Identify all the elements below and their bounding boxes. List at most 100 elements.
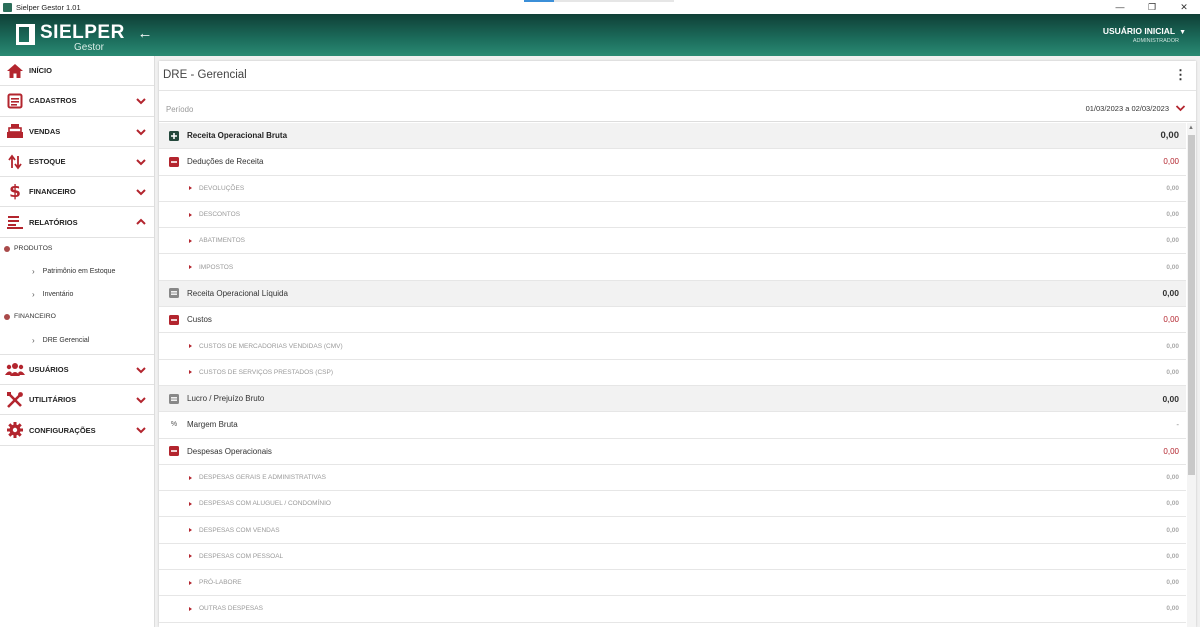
window-titlebar: Sielper Gestor 1.01 — ❐ ✕	[0, 0, 1200, 14]
sidebar-item-financeiro[interactable]: $ FINANCEIRO	[0, 177, 154, 208]
minimize-button[interactable]: —	[1104, 0, 1136, 14]
dre-row-despesas[interactable]: Despesas Operacionais 0,00	[159, 439, 1186, 465]
sidebar-item-inicio[interactable]: INÍCIO	[0, 56, 154, 87]
sidebar-item-label: RELATÓRIOS	[29, 217, 78, 227]
bullet-triangle-icon	[189, 344, 192, 349]
row-label: CUSTOS DE MERCADORIAS VENDIDAS (CMV)	[199, 342, 343, 350]
sidebar-item-estoque[interactable]: ESTOQUE	[0, 147, 154, 178]
vertical-scrollbar[interactable]: ▲	[1187, 123, 1196, 627]
registry-icon	[5, 92, 25, 110]
report-link-label: Inventário	[42, 290, 74, 298]
chevron-down-icon	[1175, 105, 1186, 112]
row-label: Receita Operacional Líquida	[187, 288, 288, 298]
row-label: OUTRAS DESPESAS	[199, 605, 263, 613]
report-link-patrimonio[interactable]: › Patrimônio em Estoque	[0, 260, 154, 283]
row-value: 0,00	[1166, 579, 1179, 587]
dre-row-child: DESPESAS COM VENDAS 0,00	[159, 517, 1186, 544]
app-header: SIELPER Gestor ← USUÁRIO INICIAL ▼ ADMINI…	[0, 14, 1200, 56]
chevron-down-icon	[136, 128, 146, 136]
report-link-inventario[interactable]: › Inventário	[0, 283, 154, 306]
row-value: 0,00	[1160, 130, 1180, 142]
dre-row-child: DEVOLUÇÕES 0,00	[159, 176, 1186, 202]
dre-row-receita-bruta[interactable]: Receita Operacional Bruta 0,00	[159, 123, 1186, 150]
expand-plus-icon[interactable]	[169, 130, 179, 141]
sidebar-item-utilitarios[interactable]: UTILITÁRIOS	[0, 385, 154, 416]
report-link-label: DRE Gerencial	[42, 337, 90, 345]
page-title: DRE - Gerencial	[163, 69, 247, 81]
report-link-label: Patrimônio em Estoque	[42, 267, 116, 275]
row-label: DESCONTOS	[199, 211, 241, 219]
equals-icon	[169, 393, 179, 404]
dre-row-margem-bruta: % Margem Bruta -	[159, 412, 1186, 439]
report-group-financeiro: FINANCEIRO	[0, 306, 154, 328]
bullet-triangle-icon	[189, 501, 192, 506]
report-link-dre[interactable]: › DRE Gerencial	[0, 328, 154, 355]
user-name: USUÁRIO INICIAL	[1102, 26, 1176, 36]
report-group-label: FINANCEIRO	[14, 313, 56, 321]
sidebar-item-relatorios[interactable]: RELATÓRIOS	[0, 207, 154, 238]
scroll-up-icon[interactable]: ▲	[1188, 125, 1194, 131]
row-label: IMPOSTOS	[199, 263, 234, 271]
logo-subtitle: Gestor	[74, 42, 105, 53]
maximize-button[interactable]: ❐	[1136, 0, 1168, 14]
percent-icon: %	[170, 421, 178, 429]
sidebar-item-configuracoes[interactable]: CONFIGURAÇÕES	[0, 415, 154, 446]
chevron-down-icon	[136, 98, 146, 105]
chevron-right-icon: ›	[32, 336, 35, 346]
dre-row-child: IMPOSTOS 0,00	[159, 254, 1186, 281]
chevron-right-icon: ›	[32, 289, 35, 299]
row-value: 0,00	[1163, 446, 1179, 456]
collapse-minus-icon[interactable]	[169, 314, 179, 325]
row-label: Despesas Operacionais	[187, 446, 272, 456]
close-button[interactable]: ✕	[1168, 0, 1200, 14]
dre-row-custos[interactable]: Custos 0,00	[159, 307, 1186, 334]
dre-row-deducoes[interactable]: Deduções de Receita 0,00	[159, 149, 1186, 176]
dre-table: Receita Operacional Bruta 0,00 Deduções …	[159, 123, 1186, 623]
chevron-down-icon	[136, 189, 146, 196]
row-value: 0,00	[1166, 605, 1179, 613]
user-menu[interactable]: USUÁRIO INICIAL ▼ ADMINISTRADOR	[1103, 26, 1186, 44]
bullet-triangle-icon	[189, 528, 192, 533]
titlebar-accent	[524, 0, 554, 2]
period-label: Período	[166, 105, 194, 114]
collapse-minus-icon[interactable]	[169, 446, 179, 457]
updown-arrows-icon	[5, 153, 25, 171]
row-value: 0,00	[1162, 288, 1179, 299]
scrollbar-thumb[interactable]	[1188, 135, 1195, 475]
sidebar-item-label: INÍCIO	[29, 66, 52, 76]
chevron-down-icon	[136, 427, 146, 434]
more-vert-icon[interactable]: ⋮	[1174, 68, 1187, 82]
bullet-triangle-icon	[189, 370, 192, 375]
dre-row-child: CUSTOS DE MERCADORIAS VENDIDAS (CMV) 0,0…	[159, 333, 1186, 360]
collapse-minus-icon[interactable]	[169, 156, 179, 167]
bullet-triangle-icon	[189, 475, 192, 480]
row-label: DESPESAS COM VENDAS	[199, 526, 280, 534]
row-label: DESPESAS COM PESSOAL	[199, 552, 284, 560]
chevron-right-icon: ›	[32, 266, 35, 276]
row-value: 0,00	[1166, 237, 1179, 245]
row-label: Deduções de Receita	[187, 157, 264, 167]
period-value: 01/03/2023 a 02/03/2023	[1085, 104, 1169, 113]
row-value: 0,00	[1166, 500, 1179, 508]
dre-row-child: DESPESAS COM PESSOAL 0,00	[159, 544, 1186, 571]
row-value: 0,00	[1166, 184, 1179, 192]
logo-mark-icon	[16, 24, 35, 45]
sidebar-item-usuarios[interactable]: USUÁRIOS	[0, 355, 154, 386]
sidebar: INÍCIO CADASTROS VENDAS ESTOQUE $ FINANC…	[0, 56, 155, 627]
tools-icon	[5, 391, 25, 409]
dre-row-receita-liquida: Receita Operacional Líquida 0,00	[159, 280, 1186, 308]
gear-icon	[5, 421, 25, 439]
row-value: 0,00	[1163, 315, 1179, 325]
sidebar-item-cadastros[interactable]: CADASTROS	[0, 86, 154, 117]
dre-row-child: DESPESAS COM ALUGUEL / CONDOMÍNIO 0,00	[159, 491, 1186, 518]
row-value: 0,00	[1163, 157, 1179, 167]
period-selector[interactable]: Período 01/03/2023 a 02/03/2023	[159, 91, 1196, 122]
chevron-down-icon	[136, 159, 146, 166]
dollar-icon: $	[9, 181, 21, 202]
sidebar-item-vendas[interactable]: VENDAS	[0, 117, 154, 147]
row-value: 0,00	[1166, 211, 1179, 219]
row-label: PRÓ-LABORE	[199, 579, 242, 587]
sidebar-item-label: FINANCEIRO	[29, 187, 76, 197]
equals-icon	[169, 288, 179, 299]
back-arrow-icon[interactable]: ←	[137, 26, 153, 42]
